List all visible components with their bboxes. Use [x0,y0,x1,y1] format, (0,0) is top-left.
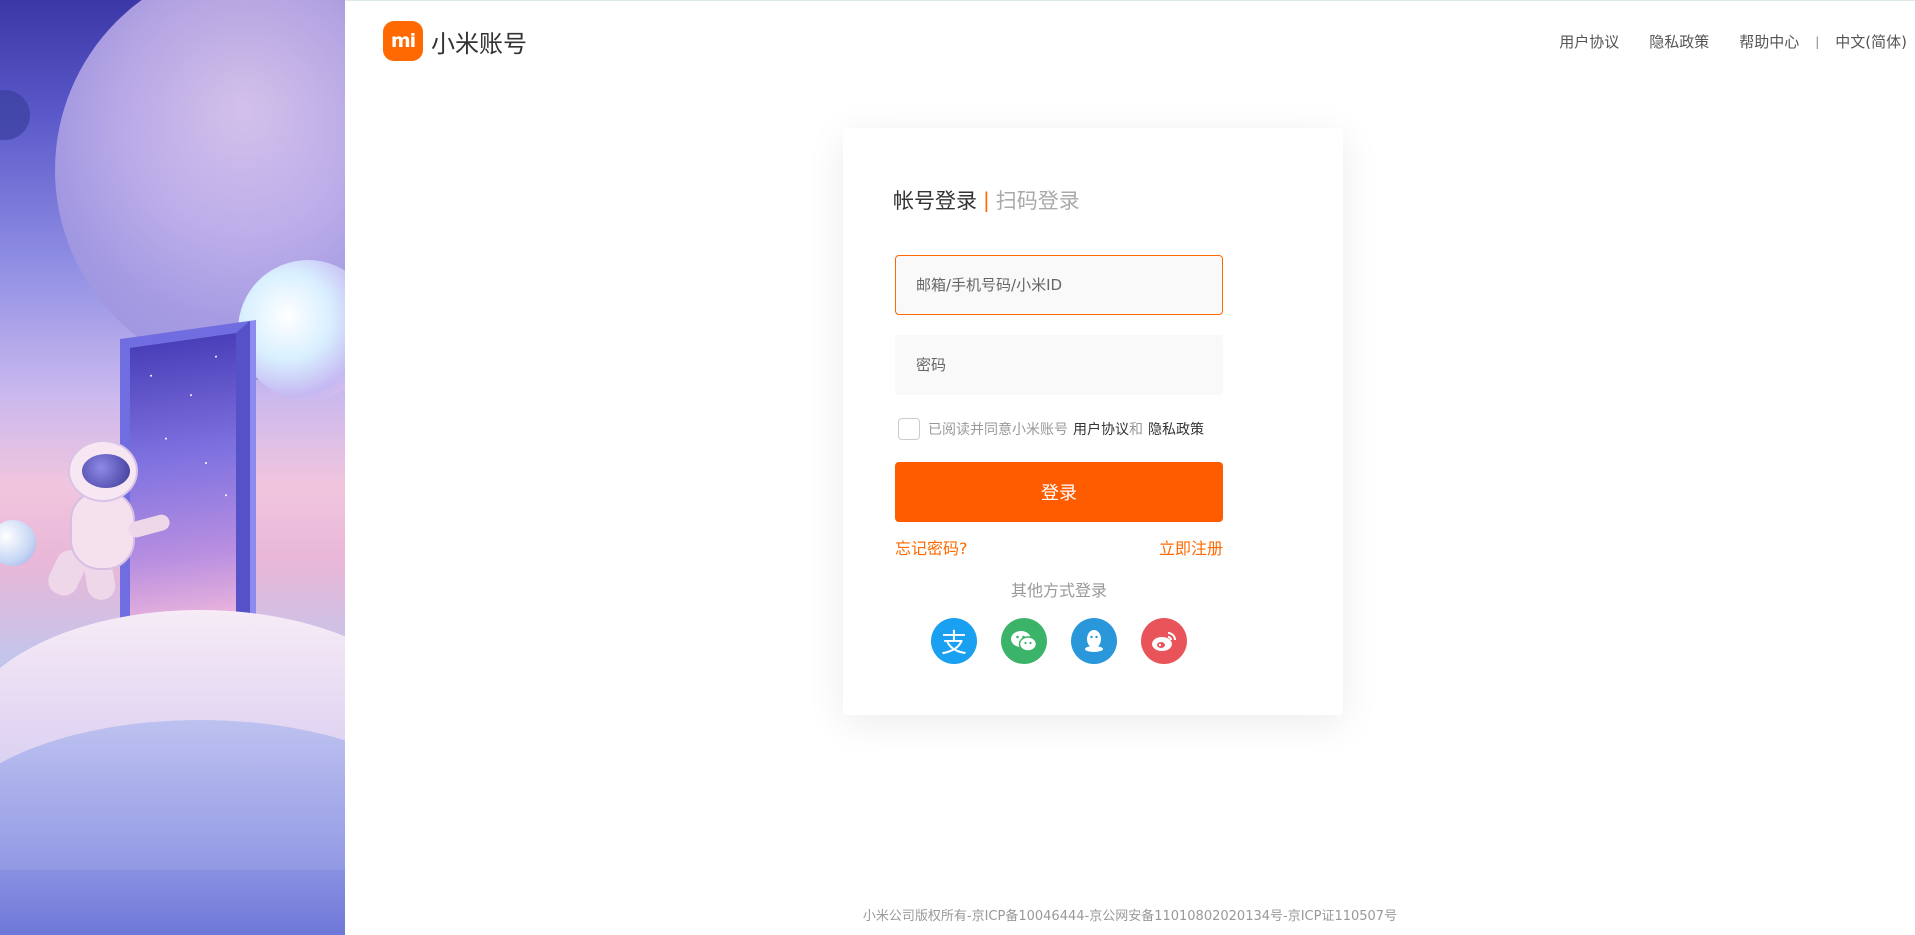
qq-icon [1085,630,1103,652]
brand-logo[interactable]: mi 小米账号 [383,21,527,61]
top-header: mi 小米账号 用户协议 隐私政策 帮助中心 | 中文(简体) [345,0,1915,80]
login-card: 帐号登录 | 扫码登录 已阅读并同意小米账号 用户协议 和 隐私政策 登录 忘记… [843,128,1343,715]
agreement-checkbox[interactable] [898,418,920,440]
login-page: mi 小米账号 用户协议 隐私政策 帮助中心 | 中文(简体) 帐号登录 | 扫… [0,0,1915,935]
planet-dark [0,90,30,140]
logo-text: 小米账号 [431,29,527,58]
password-input[interactable] [895,335,1223,395]
forgot-password-link[interactable]: 忘记密码? [895,535,968,559]
weibo-icon [1152,632,1176,651]
wechat-icon [1011,631,1038,652]
nav-privacy-policy[interactable]: 隐私政策 [1649,31,1709,52]
account-input[interactable] [895,255,1223,315]
blue-hill [0,720,345,935]
planet-edge [0,520,36,566]
nav-help-center[interactable]: 帮助中心 [1739,31,1799,52]
agreement-text: 已阅读并同意小米账号 [928,422,1068,438]
tab-qr-login[interactable]: 扫码登录 [996,185,1080,215]
language-selector[interactable]: 中文(简体) [1835,31,1907,52]
login-button[interactable]: 登录 [895,462,1223,522]
nav-user-agreement[interactable]: 用户协议 [1559,31,1619,52]
tab-account-login[interactable]: 帐号登录 [893,185,977,215]
weibo-login-button[interactable] [1141,618,1187,664]
agreement-row: 已阅读并同意小米账号 用户协议 和 隐私政策 [898,418,1204,440]
mi-logo-icon: mi [383,21,423,61]
qq-login-button[interactable] [1071,618,1117,664]
other-login-title: 其他方式登录 [1010,581,1107,600]
footer-copyright: 小米公司版权所有-京ICP备10046444-京公网安备110108020201… [862,909,1398,924]
login-tabs: 帐号登录 | 扫码登录 [893,185,1080,215]
top-navigation: 用户协议 隐私政策 帮助中心 | 中文(简体) [1529,31,1907,52]
astronaut-figure [43,440,172,603]
alipay-icon: 支 [940,628,967,659]
hero-illustration [0,0,345,935]
wechat-login-button[interactable] [1001,618,1047,664]
alipay-login-button[interactable]: 支 [931,618,977,664]
tab-separator: | [983,188,990,212]
register-link[interactable]: 立即注册 [1159,535,1223,559]
nav-separator: | [1815,34,1820,49]
agreement-and: 和 [1129,422,1143,438]
social-login-row: 支 [931,618,1187,664]
agreement-privacy-link[interactable]: 隐私政策 [1148,419,1204,439]
agreement-user-link[interactable]: 用户协议 [1073,419,1129,439]
